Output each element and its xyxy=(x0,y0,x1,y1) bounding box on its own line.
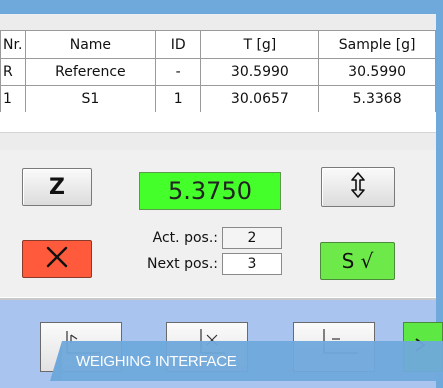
weight-display: 5.3750 xyxy=(139,172,281,210)
weights-table: Nr. Name ID T [g] Sample [g] R Reference… xyxy=(0,30,436,113)
cancel-button[interactable] xyxy=(22,240,92,278)
header-id[interactable]: ID xyxy=(154,30,202,59)
table-header-row: Nr. Name ID T [g] Sample [g] xyxy=(0,30,436,59)
caption-banner: WEIGHING INTERFACE xyxy=(62,341,443,381)
cell-nr: 1 xyxy=(0,85,26,113)
confirm-sample-button[interactable]: S √ xyxy=(320,242,395,280)
next-pos-label: Next pos.: xyxy=(147,256,218,272)
cell-name: Reference xyxy=(24,58,156,86)
caption-notch xyxy=(50,341,62,381)
header-name[interactable]: Name xyxy=(24,30,156,59)
cell-t: 30.0657 xyxy=(200,85,320,113)
cell-name: S1 xyxy=(24,85,156,113)
x-icon xyxy=(45,245,69,273)
act-pos-value: 2 xyxy=(222,227,282,249)
cell-id: 1 xyxy=(154,85,202,113)
screen-top-strip xyxy=(0,14,436,30)
table-row[interactable]: 1 S1 1 30.0657 5.3368 xyxy=(0,85,436,113)
cell-id: - xyxy=(154,58,202,86)
table-footer-strip xyxy=(0,132,436,151)
cell-sample: 5.3368 xyxy=(318,85,436,113)
zero-button[interactable]: Z xyxy=(22,168,92,206)
table-row[interactable]: R Reference - 30.5990 30.5990 xyxy=(0,58,436,86)
cell-sample: 30.5990 xyxy=(318,58,436,86)
act-pos-label: Act. pos.: xyxy=(152,230,218,246)
header-sample[interactable]: Sample [g] xyxy=(318,30,436,59)
control-panel: Z 5.3750 Act. pos.: 2 Next pos.: 3 S √ xyxy=(0,150,436,298)
swap-button[interactable] xyxy=(321,167,395,207)
next-pos-input[interactable]: 3 xyxy=(222,253,282,275)
cell-t: 30.5990 xyxy=(200,58,320,86)
cell-nr: R xyxy=(0,58,26,86)
header-nr[interactable]: Nr. xyxy=(0,30,26,59)
up-down-arrow-icon xyxy=(351,172,365,202)
header-t[interactable]: T [g] xyxy=(200,30,320,59)
